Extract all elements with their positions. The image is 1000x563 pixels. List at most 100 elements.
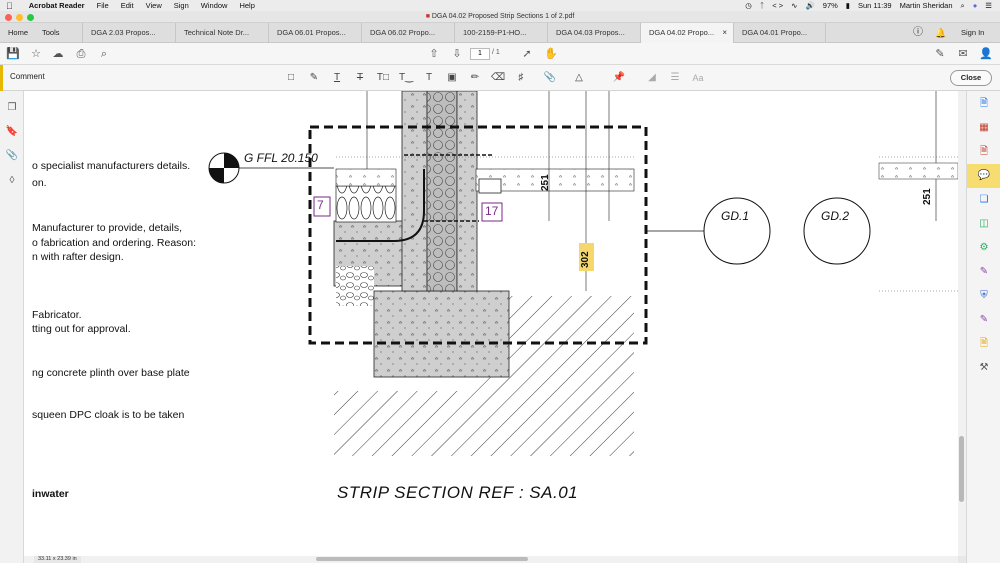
text-properties-icon[interactable]: Aa: [691, 71, 705, 85]
create-pdf-icon[interactable]: 🗎: [977, 97, 991, 111]
line-weight-icon[interactable]: ☰: [668, 71, 682, 85]
prev-page-icon[interactable]: ⇧: [427, 47, 441, 61]
wifi-icon[interactable]: ∿: [791, 1, 797, 10]
text-box-icon[interactable]: ▣: [445, 71, 459, 85]
eraser-icon[interactable]: ⌫: [491, 71, 505, 85]
horizontal-scroll-thumb[interactable]: [316, 557, 528, 561]
fill-sign-icon[interactable]: ✎: [977, 265, 991, 279]
add-text-icon[interactable]: T: [422, 71, 436, 85]
horizontal-scrollbar[interactable]: [24, 556, 958, 563]
replace-text-icon[interactable]: T□: [376, 71, 390, 85]
grid-ref-gd1: GD.1: [721, 209, 750, 223]
menu-view[interactable]: View: [146, 1, 162, 10]
attachments-icon[interactable]: 📎: [5, 149, 19, 163]
menu-help[interactable]: Help: [239, 1, 254, 10]
document-tab[interactable]: DGA 06.01 Propos...: [268, 23, 361, 43]
select-tool-icon[interactable]: ➚: [520, 47, 534, 61]
underline-text-icon[interactable]: T: [330, 71, 344, 85]
home-tab[interactable]: Home: [8, 23, 28, 43]
detail-tag-7: 7: [317, 198, 324, 212]
page-thumbnails-icon[interactable]: ❐: [5, 101, 19, 115]
menu-file[interactable]: File: [97, 1, 109, 10]
siri-icon[interactable]: ●: [973, 1, 978, 10]
spotlight-icon[interactable]: ⌕: [961, 1, 965, 11]
sign-pen-icon[interactable]: ✎: [933, 47, 947, 61]
sign-in-link[interactable]: Sign In: [961, 23, 984, 43]
app-menu[interactable]: Acrobat Reader: [29, 1, 85, 10]
scan-ocr-icon[interactable]: ⚙: [977, 241, 991, 255]
spec-note-line: o fabrication and ordering. Reason:: [32, 237, 197, 249]
close-tab-icon[interactable]: ×: [722, 23, 727, 43]
battery-icon[interactable]: ▮: [846, 1, 850, 10]
document-tab[interactable]: Technical Note Dr...: [175, 23, 268, 43]
prepare-form-icon[interactable]: ✎: [977, 313, 991, 327]
attach-file-icon[interactable]: 📎: [543, 71, 557, 85]
time-machine-icon[interactable]: ◷: [745, 1, 752, 10]
combine-files-icon[interactable]: ❏: [977, 193, 991, 207]
zoom-search-icon[interactable]: ⌕: [97, 47, 111, 61]
stamp-icon[interactable]: ♯: [514, 71, 528, 85]
spec-note-line: o specialist manufacturers details.: [32, 160, 191, 172]
page-current: 1: [478, 50, 482, 57]
tab-label: 100-2159-P1-HO...: [463, 28, 527, 37]
fill-color-icon[interactable]: ◢: [645, 71, 659, 85]
close-window-button[interactable]: [5, 14, 12, 21]
bookmark-star-icon[interactable]: ☆: [29, 47, 43, 61]
nav-arrows-icon[interactable]: < >: [772, 1, 783, 10]
highlight-icon[interactable]: ✎: [307, 71, 321, 85]
page-number-input[interactable]: 1: [470, 48, 490, 60]
volume-icon[interactable]: 🔊: [805, 1, 814, 10]
protect-icon[interactable]: ⛨: [977, 289, 991, 303]
comment-tool-icon[interactable]: 💬: [967, 164, 1000, 188]
notification-center-icon[interactable]: ☰: [985, 1, 992, 10]
document-tab[interactable]: DGA 04.01 Propo...: [733, 23, 826, 43]
zoom-window-button[interactable]: [27, 14, 34, 21]
insert-text-icon[interactable]: T‿: [399, 71, 413, 85]
bluetooth-icon[interactable]: ᛏ: [760, 1, 765, 10]
edit-pdf-icon[interactable]: ▦: [977, 121, 991, 135]
upload-cloud-icon[interactable]: ☁: [51, 47, 65, 61]
email-icon[interactable]: ✉: [956, 47, 970, 61]
draw-pencil-icon[interactable]: ✏: [468, 71, 482, 85]
pin-icon[interactable]: 📌: [612, 71, 626, 85]
document-tab[interactable]: DGA 06.02 Propo...: [361, 23, 454, 43]
menu-window[interactable]: Window: [201, 1, 228, 10]
next-page-icon[interactable]: ⇩: [450, 47, 464, 61]
hand-tool-icon[interactable]: ✋: [544, 47, 558, 61]
organize-pages-icon[interactable]: ◫: [977, 217, 991, 231]
layers-icon[interactable]: ◊: [5, 174, 19, 188]
pdf-page-canvas[interactable]: o specialist manufacturers details. on. …: [24, 91, 958, 556]
close-comment-button[interactable]: Close: [950, 70, 992, 86]
bookmarks-icon[interactable]: 🔖: [5, 125, 19, 139]
page-total: / 1: [492, 49, 500, 56]
tab-bar: Home Tools DGA 2.03 Propos... Technical …: [0, 23, 1000, 43]
document-tab[interactable]: DGA 2.03 Propos...: [82, 23, 175, 43]
document-tab[interactable]: DGA 04.03 Propos...: [547, 23, 640, 43]
sticky-note-icon[interactable]: □: [284, 71, 298, 85]
left-navigation-rail: ❐ 🔖 📎 ◊: [0, 91, 24, 563]
save-icon[interactable]: 💾: [6, 47, 20, 61]
strikethrough-text-icon[interactable]: T: [353, 71, 367, 85]
more-tools-icon[interactable]: ⚒: [977, 361, 991, 375]
drawing-tools-icon[interactable]: △: [572, 71, 586, 85]
user-name[interactable]: Martin Sheridan: [900, 1, 953, 10]
tab-label: DGA 06.01 Propos...: [277, 28, 346, 37]
document-tab[interactable]: 100-2159-P1-HO...: [454, 23, 547, 43]
tools-tab[interactable]: Tools: [42, 23, 60, 43]
print-icon[interactable]: ⎙: [74, 47, 88, 61]
send-for-review-icon[interactable]: 🗎: [977, 337, 991, 351]
menu-sign[interactable]: Sign: [174, 1, 189, 10]
minimize-window-button[interactable]: [16, 14, 23, 21]
battery-percent[interactable]: 97%: [823, 1, 838, 10]
notifications-icon[interactable]: 🔔: [935, 23, 946, 43]
document-tab-active[interactable]: DGA 04.02 Propo... ×: [640, 23, 733, 43]
clock[interactable]: Sun 11:39: [858, 1, 892, 10]
vertical-scrollbar[interactable]: [958, 91, 966, 556]
apple-icon[interactable]: : [6, 1, 13, 11]
dimension-302: 302: [580, 251, 591, 268]
vertical-scroll-thumb[interactable]: [959, 436, 964, 502]
share-user-icon[interactable]: 👤: [979, 47, 993, 61]
export-pdf-icon[interactable]: 🗎: [977, 145, 991, 159]
help-icon[interactable]: ⓘ: [913, 23, 923, 43]
menu-edit[interactable]: Edit: [121, 1, 134, 10]
